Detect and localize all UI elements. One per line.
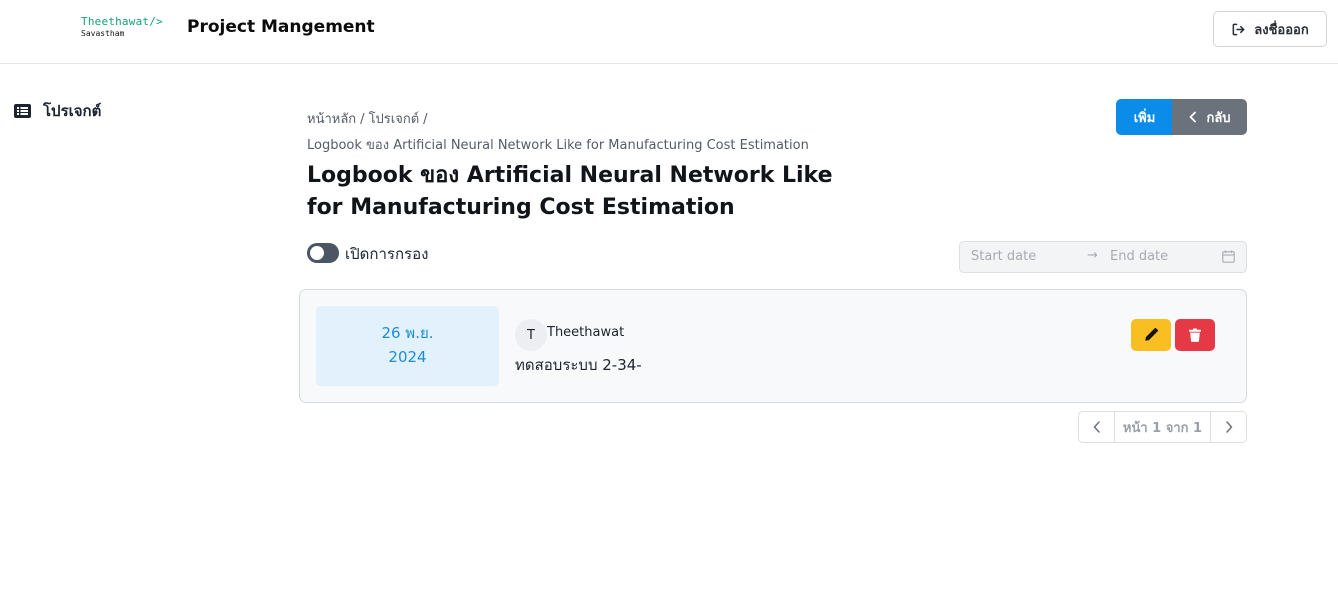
- breadcrumb-current: Logbook ของ Artificial Neural Network Li…: [307, 138, 809, 153]
- filter-toggle[interactable]: [307, 243, 339, 263]
- top-header: Theethawat/> Savastham Project Mangement…: [0, 0, 1338, 64]
- back-label: กลับ: [1206, 110, 1231, 126]
- logo-name: Theethawat/>: [81, 15, 163, 28]
- add-button[interactable]: เพิ่ม: [1116, 99, 1173, 135]
- chevron-right-icon: [1225, 421, 1232, 433]
- entry-date-box: 26 พ.ย. 2024: [316, 306, 499, 386]
- chevron-left-icon: [1093, 421, 1100, 433]
- delete-button[interactable]: [1175, 319, 1215, 351]
- logo-surname: Savastham: [81, 29, 125, 38]
- page-info: หน้า 1 จาก 1: [1114, 412, 1211, 442]
- edit-button[interactable]: [1131, 319, 1171, 351]
- app-logo[interactable]: Theethawat/> Savastham: [81, 16, 163, 38]
- page-title: Logbook ของ Artificial Neural Network Li…: [307, 163, 833, 220]
- next-page-button[interactable]: [1211, 412, 1246, 442]
- entry-date-day-month: 26 พ.ย.: [381, 324, 434, 342]
- breadcrumb-projects[interactable]: โปรเจกต์: [369, 112, 420, 127]
- back-button[interactable]: กลับ: [1172, 99, 1247, 135]
- sidebar-item-label: โปรเจกต์: [43, 102, 102, 120]
- start-date-input[interactable]: Start date: [971, 249, 1036, 264]
- logout-button[interactable]: ลงชื่อออก: [1213, 11, 1327, 47]
- trash-icon: [1189, 328, 1201, 342]
- breadcrumb: หน้าหลัก / โปรเจกต์ /: [307, 108, 432, 129]
- avatar: T: [515, 319, 547, 351]
- pencil-icon: [1145, 328, 1158, 341]
- pagination: หน้า 1 จาก 1: [1078, 411, 1247, 443]
- arrow-right-icon: →: [1087, 248, 1098, 263]
- app-title: Project Mangement: [187, 17, 375, 37]
- filter-toggle-label: เปิดการกรอง: [345, 245, 429, 263]
- entry-author: Theethawat: [547, 325, 625, 340]
- chevron-left-icon: [1190, 111, 1197, 123]
- logout-icon: [1232, 23, 1245, 35]
- breadcrumb-home[interactable]: หน้าหลัก: [307, 112, 356, 127]
- breadcrumb-separator: /: [423, 112, 428, 127]
- prev-page-button[interactable]: [1079, 412, 1114, 442]
- end-date-input[interactable]: End date: [1110, 249, 1168, 264]
- entry-date-year: 2024: [388, 348, 427, 366]
- toggle-knob: [310, 246, 324, 260]
- list-icon: [14, 104, 31, 118]
- log-entry-card: 26 พ.ย. 2024 T Theethawat ทดสอบระบบ 2-34…: [299, 289, 1247, 403]
- breadcrumb-separator: /: [360, 112, 365, 127]
- entry-text: ทดสอบระบบ 2-34-: [515, 356, 642, 374]
- date-range-picker[interactable]: Start date → End date: [959, 241, 1247, 273]
- logout-label: ลงชื่อออก: [1254, 22, 1309, 38]
- sidebar-item-projects[interactable]: โปรเจกต์: [14, 99, 101, 123]
- calendar-icon: [1222, 250, 1235, 263]
